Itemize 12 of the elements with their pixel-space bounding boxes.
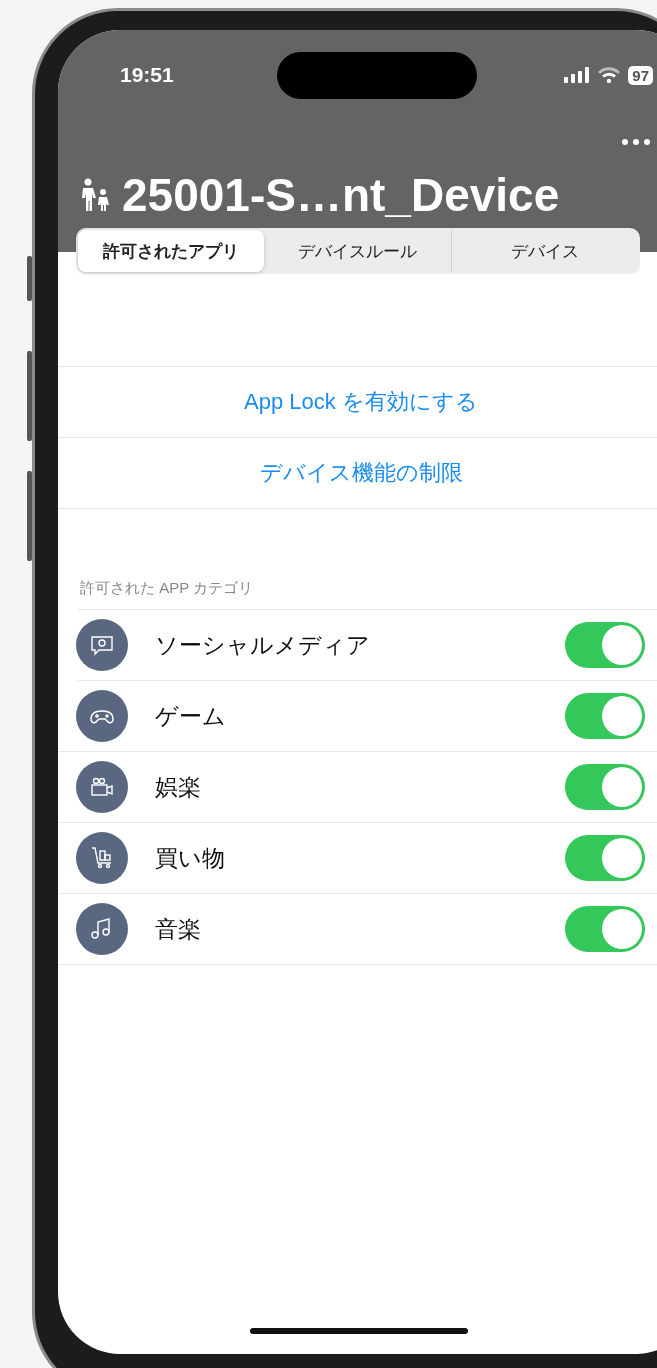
tab[interactable]: 許可されたアプリ xyxy=(78,230,265,272)
category-label: 音楽 xyxy=(155,914,202,944)
section-label: 許可された APP カテゴリ xyxy=(79,579,255,598)
device-title: 25001-S…nt_Device xyxy=(122,168,560,222)
category-label: ソーシャルメディア xyxy=(155,630,371,660)
status-time: 19:51 xyxy=(120,63,175,87)
tab[interactable]: デバイス xyxy=(450,230,638,272)
category-label: ゲーム xyxy=(155,701,227,731)
tab[interactable]: デバイスルール xyxy=(264,230,451,272)
battery-level: 97 xyxy=(628,65,653,85)
category-label: 買い物 xyxy=(155,843,226,873)
category-label: 娯楽 xyxy=(155,772,202,802)
